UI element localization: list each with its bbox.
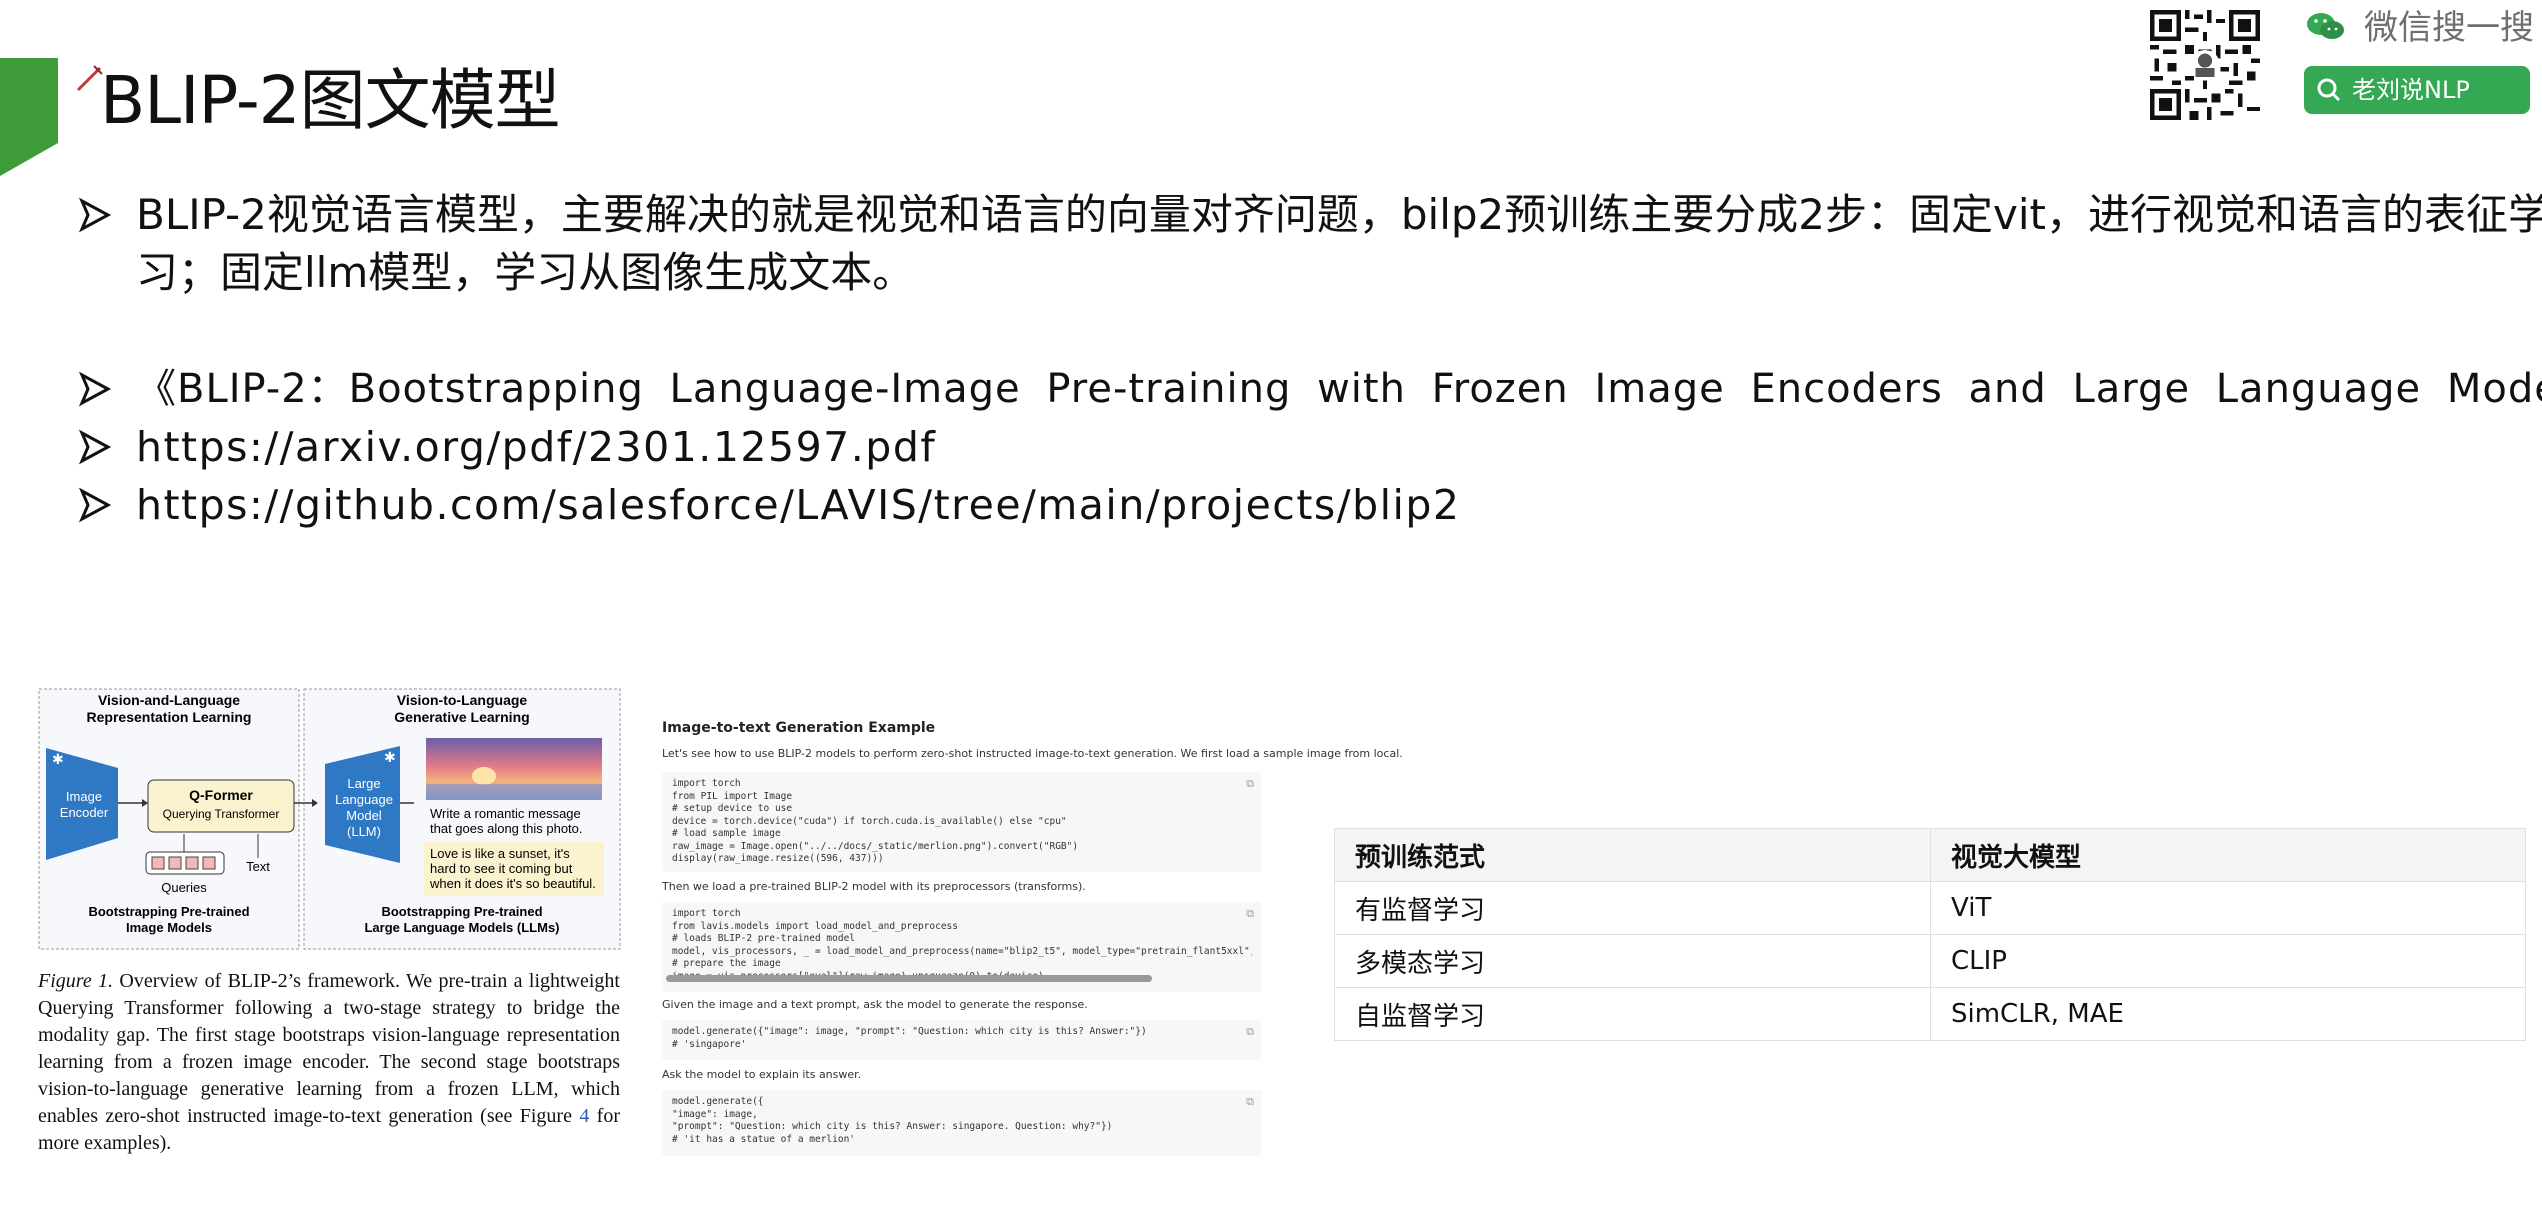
- table-cell: 自监督学习: [1334, 987, 1931, 1041]
- bullet-item: BLIP-2视觉语言模型，主要解决的就是视觉和语言的向量对齐问题，bilp2预训…: [78, 186, 2542, 306]
- arxiv-link[interactable]: https://arxiv.org/pdf/2301.12597.pdf: [136, 418, 936, 476]
- table-header-row: 预训练范式 视觉大模型: [1334, 828, 2526, 882]
- table-cell: 多模态学习: [1334, 934, 1931, 988]
- wechat-search-label: 微信搜一搜: [2364, 8, 2534, 48]
- snowflake-icon: ✱: [52, 751, 64, 767]
- qr-code-icon: [2150, 10, 2260, 120]
- table-header-cell: 预训练范式: [1334, 828, 1931, 882]
- code-block-1: ⧉ import torch from PIL import Image # s…: [662, 772, 1262, 872]
- fig-right-title: Vision-to-Language Generative Learning: [394, 692, 529, 725]
- bullet-item: https://arxiv.org/pdf/2301.12597.pdf: [78, 418, 2542, 476]
- svg-text:Text: Text: [246, 859, 270, 874]
- table-cell: CLIP: [1930, 934, 2526, 988]
- bullet-item: 《BLIP-2：Bootstrapping Language-Image Pre…: [78, 360, 2542, 418]
- table-cell: ViT: [1930, 881, 2526, 935]
- arrow-bullet-icon: [78, 197, 112, 233]
- code-example-title: Image-to-text Generation Example: [662, 720, 936, 736]
- copy-icon[interactable]: ⧉: [1246, 907, 1254, 921]
- pretraining-paradigm-table: 预训练范式 视觉大模型 有监督学习 ViT 多模态学习 CLIP 自监督学习 S…: [1334, 828, 2526, 1041]
- figure-link[interactable]: 4: [579, 1105, 589, 1127]
- svg-text:Q-Former: Q-Former: [189, 787, 253, 803]
- github-link[interactable]: https://github.com/salesforce/LAVIS/tree…: [136, 476, 1461, 534]
- bullet-item: https://github.com/salesforce/LAVIS/tree…: [78, 476, 2542, 534]
- code-block-4: ⧉ model.generate({ "image": image, "prom…: [662, 1090, 1262, 1156]
- arrow-bullet-icon: [78, 487, 112, 523]
- arrow-bullet-icon: [78, 371, 112, 407]
- blip2-framework-figure: Vision-and-Language Representation Learni…: [38, 688, 621, 950]
- copy-icon[interactable]: ⧉: [1246, 1025, 1254, 1039]
- copy-icon[interactable]: ⧉: [1246, 1095, 1254, 1109]
- wechat-icon: [2307, 13, 2344, 39]
- bullet-text: BLIP-2视觉语言模型，主要解决的就是视觉和语言的向量对齐问题，bilp2预训…: [136, 190, 2542, 297]
- svg-text:Write a romantic messagethat g: Write a romantic message that goes along …: [430, 806, 583, 836]
- code-para-2: Then we load a pre-trained BLIP-2 model …: [662, 880, 1086, 893]
- svg-text:Bootstrapping Pre-trainedLarge: Bootstrapping Pre-trained Large Language …: [364, 904, 559, 935]
- svg-text:ImageEncoder: Image Encoder: [60, 789, 109, 820]
- wechat-search-button[interactable]: 老刘说NLP: [2304, 66, 2530, 114]
- code-para-3: Given the image and a text prompt, ask t…: [662, 998, 1088, 1011]
- code-para-4: Ask the model to explain its answer.: [662, 1068, 862, 1081]
- search-icon: [2317, 78, 2341, 102]
- copy-icon[interactable]: ⧉: [1246, 777, 1254, 791]
- paper-title: 《BLIP-2：Bootstrapping Language-Image Pre…: [136, 366, 2542, 412]
- svg-text:Querying Transformer: Querying Transformer: [163, 807, 280, 821]
- table-cell: SimCLR, MAE: [1930, 987, 2526, 1041]
- slide-title: BLIP-2图文模型: [100, 62, 561, 139]
- svg-text:Queries: Queries: [161, 880, 207, 895]
- snowflake-icon: ✱: [384, 749, 396, 765]
- table-header-cell: 视觉大模型: [1930, 828, 2526, 882]
- horizontal-scrollbar[interactable]: [666, 975, 1152, 982]
- code-intro: Let's see how to use BLIP-2 models to pe…: [662, 747, 1403, 760]
- search-pill-label: 老刘说NLP: [2352, 76, 2470, 104]
- figure-caption: Figure 1. Overview of BLIP-2’s framework…: [38, 970, 620, 1154]
- fig-left-title: Vision-and-Language Representation Learni…: [87, 692, 252, 725]
- table-row: 多模态学习 CLIP: [1334, 934, 2526, 988]
- code-block-3: ⧉ model.generate({"image": image, "promp…: [662, 1020, 1262, 1060]
- table-row: 有监督学习 ViT: [1334, 881, 2526, 935]
- table-row: 自监督学习 SimCLR, MAE: [1334, 987, 2526, 1041]
- table-cell: 有监督学习: [1334, 881, 1931, 935]
- corner-ribbon: [0, 58, 58, 176]
- code-example-panel: Image-to-text Generation Example Let's s…: [662, 710, 1403, 1180]
- arrow-bullet-icon: [78, 429, 112, 465]
